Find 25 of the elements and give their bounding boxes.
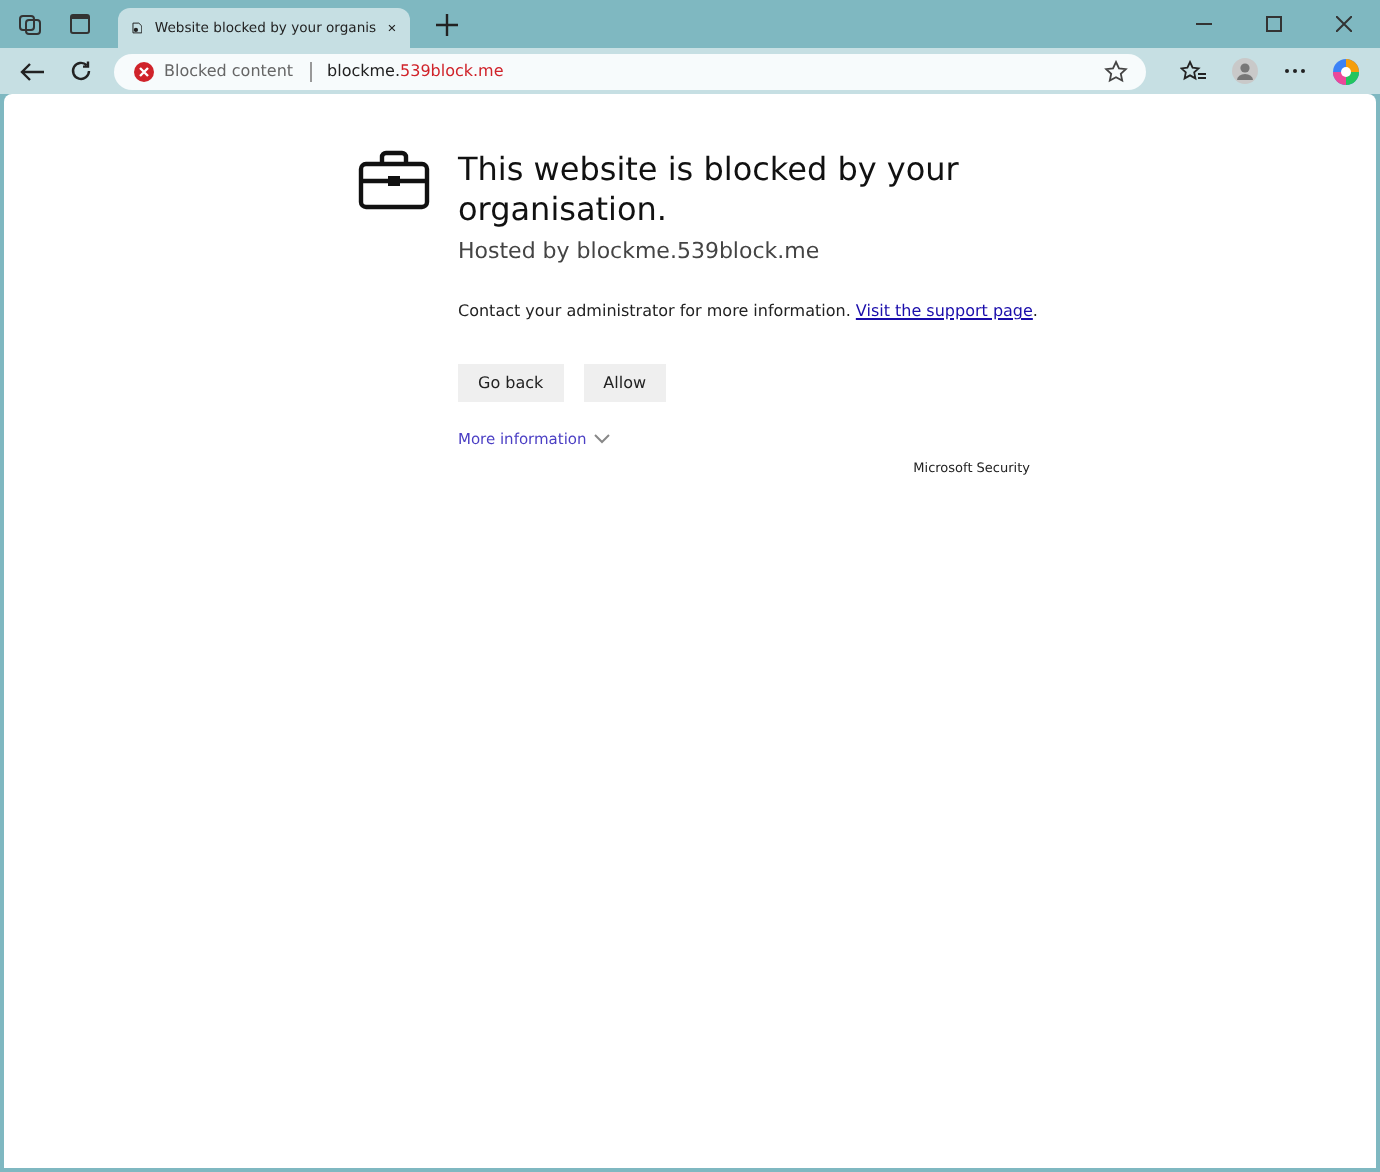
- refresh-icon[interactable]: [70, 60, 92, 82]
- address-bar[interactable]: Blocked content blockme.539block.me: [114, 53, 1146, 89]
- maximize-icon[interactable]: [1266, 16, 1282, 32]
- tab-actions-icon[interactable]: [68, 12, 92, 36]
- go-back-button[interactable]: Go back: [458, 364, 564, 402]
- back-icon[interactable]: [20, 61, 44, 81]
- briefcase-icon: [358, 150, 430, 210]
- copilot-icon[interactable]: [1332, 57, 1360, 85]
- page-heading: This website is blocked by your organisation.: [458, 150, 961, 230]
- more-icon[interactable]: [1284, 68, 1306, 74]
- message-text: Contact your administrator for more information. Visit the support page.: [458, 300, 1038, 324]
- support-link[interactable]: Visit the support page: [855, 302, 1033, 320]
- star-icon[interactable]: [1104, 59, 1128, 83]
- page-icon: [132, 16, 143, 40]
- close-icon[interactable]: [388, 20, 396, 36]
- status-text: Blocked content: [164, 62, 294, 80]
- blocked-icon: [134, 61, 154, 81]
- url-text: blockme.539block.me: [327, 62, 504, 80]
- allow-button[interactable]: Allow: [583, 364, 667, 402]
- new-tab-icon[interactable]: [436, 13, 458, 35]
- favorites-icon[interactable]: [1180, 59, 1206, 83]
- workspaces-icon[interactable]: [18, 12, 42, 36]
- hosted-by-text: Hosted by blockme.539block.me: [458, 238, 822, 264]
- profile-icon[interactable]: [1232, 58, 1258, 84]
- close-icon[interactable]: [1336, 16, 1352, 32]
